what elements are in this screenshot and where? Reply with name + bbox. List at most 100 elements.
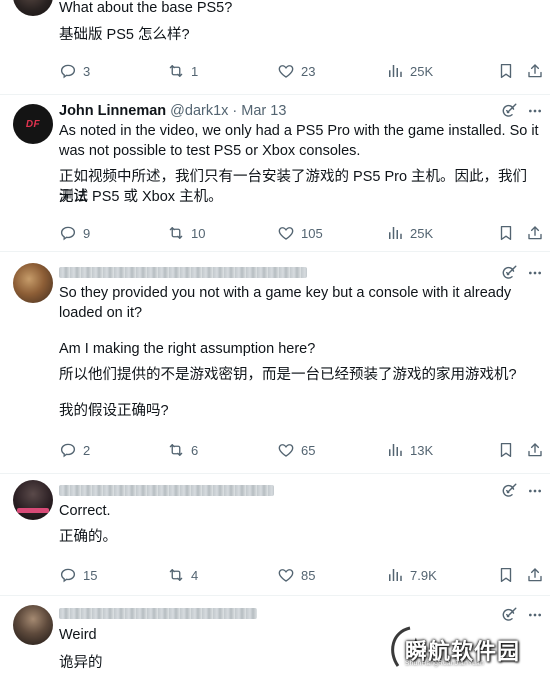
watermark-subtitle: ShunHangRuanJianYuan [405, 660, 485, 667]
tweet-text-line: 我的假设正确吗? [59, 403, 169, 419]
reply-button[interactable]: 3 [59, 61, 90, 81]
bookmark-icon [497, 62, 515, 80]
reply-icon [59, 224, 77, 242]
tweet-text-line: loaded on it? [59, 305, 143, 321]
views-icon [386, 62, 404, 80]
blurred-author-name [59, 267, 307, 278]
avatar[interactable] [13, 263, 53, 303]
tweet[interactable]: What about the base PS5? 基础版 PS5 怎么样? 3 … [0, 0, 550, 95]
tweet-text-line: 正确的。 [59, 529, 117, 545]
repost-button[interactable]: 10 [167, 223, 205, 243]
like-count: 85 [301, 567, 316, 583]
share-icon [526, 224, 544, 242]
avatar[interactable] [13, 0, 53, 16]
bookmark-button[interactable] [497, 565, 515, 585]
views-icon [386, 224, 404, 242]
tweet-text-line: was not possible to test PS5 or Xbox con… [59, 143, 361, 159]
tweet[interactable]: So they provided you not with a game key… [0, 251, 550, 474]
grok-icon[interactable] [500, 482, 518, 500]
tweet-actions: 15 4 85 7.9K [0, 565, 550, 585]
reply-count: 15 [83, 567, 98, 583]
share-icon [526, 62, 544, 80]
tweet-text-line: Am I making the right assumption here? [59, 341, 316, 357]
repost-count: 1 [191, 63, 199, 79]
grok-icon[interactable] [500, 102, 518, 120]
avatar[interactable] [13, 480, 53, 520]
tweet-text-line: 基础版 PS5 怎么样? [59, 27, 190, 43]
tweet-text-line: So they provided you not with a game key… [59, 285, 512, 301]
tweet-text-line: 所以他们提供的不是游戏密钥，而是一台已经预装了游戏的家用游戏机? [59, 367, 517, 383]
blurred-author-name [59, 608, 257, 619]
views-button[interactable]: 7.9K [386, 565, 437, 585]
reply-button[interactable]: 15 [59, 565, 97, 585]
more-options-icon[interactable] [527, 265, 543, 281]
view-count: 13K [410, 442, 434, 458]
more-options-icon[interactable] [527, 607, 543, 623]
repost-button[interactable]: 1 [167, 61, 198, 81]
repost-count: 4 [191, 567, 199, 583]
author-handle[interactable]: @dark1x · Mar 13 [170, 103, 286, 119]
avatar[interactable] [13, 605, 53, 645]
like-count: 105 [301, 225, 323, 241]
heart-icon [277, 441, 295, 459]
reply-button[interactable]: 9 [59, 223, 90, 243]
grok-icon[interactable] [500, 264, 518, 282]
like-count: 23 [301, 63, 316, 79]
share-button[interactable] [526, 440, 544, 460]
tweet-text-line: As noted in the video, we only had a PS5… [59, 123, 539, 139]
repost-icon [167, 224, 185, 242]
tweet-actions: 9 10 105 25K [0, 223, 550, 243]
blurred-author-name [59, 485, 274, 496]
heart-icon [277, 566, 295, 584]
tweet-actions: 3 1 23 25K [0, 61, 550, 81]
repost-icon [167, 566, 185, 584]
heart-icon [277, 62, 295, 80]
repost-icon [167, 441, 185, 459]
views-icon [386, 566, 404, 584]
reply-icon [59, 566, 77, 584]
reply-icon [59, 62, 77, 80]
avatar[interactable]: DF [13, 104, 53, 144]
repost-count: 6 [191, 442, 199, 458]
avatar-logo-text: DF [25, 118, 41, 130]
more-options-icon[interactable] [527, 103, 543, 119]
view-count: 25K [410, 63, 434, 79]
share-button[interactable] [526, 565, 544, 585]
like-button[interactable]: 65 [277, 440, 315, 460]
repost-button[interactable]: 4 [167, 565, 198, 585]
bookmark-button[interactable] [497, 61, 515, 81]
like-button[interactable]: 23 [277, 61, 315, 81]
share-button[interactable] [526, 223, 544, 243]
bookmark-icon [497, 566, 515, 584]
tweet-header: John Linneman @dark1x · Mar 13 [59, 101, 286, 121]
like-button[interactable]: 85 [277, 565, 315, 585]
views-icon [386, 441, 404, 459]
repost-count: 10 [191, 225, 206, 241]
bookmark-icon [497, 441, 515, 459]
reply-count: 2 [83, 442, 91, 458]
views-button[interactable]: 13K [386, 440, 433, 460]
tweet[interactable]: DF John Linneman @dark1x · Mar 13 As not… [0, 94, 550, 252]
tweet-actions: 2 6 65 13K [0, 440, 550, 460]
reply-button[interactable]: 2 [59, 440, 90, 460]
bookmark-icon [497, 224, 515, 242]
author-name[interactable]: John Linneman [59, 103, 166, 119]
tweet-text-line: Correct. [59, 503, 111, 519]
share-button[interactable] [526, 61, 544, 81]
like-button[interactable]: 105 [277, 223, 323, 243]
share-icon [526, 441, 544, 459]
bookmark-button[interactable] [497, 440, 515, 460]
share-icon [526, 566, 544, 584]
repost-button[interactable]: 6 [167, 440, 198, 460]
bookmark-button[interactable] [497, 223, 515, 243]
views-button[interactable]: 25K [386, 223, 433, 243]
view-count: 25K [410, 225, 434, 241]
more-options-icon[interactable] [527, 483, 543, 499]
tweet-text-line: What about the base PS5? [59, 0, 233, 16]
views-button[interactable]: 25K [386, 61, 433, 81]
view-count: 7.9K [410, 567, 437, 583]
repost-icon [167, 62, 185, 80]
reply-count: 9 [83, 225, 91, 241]
tweet-text-line: 测试 PS5 或 Xbox 主机。 [59, 189, 223, 205]
tweet[interactable]: Correct. 正确的。 15 4 85 7.9K [0, 473, 550, 596]
